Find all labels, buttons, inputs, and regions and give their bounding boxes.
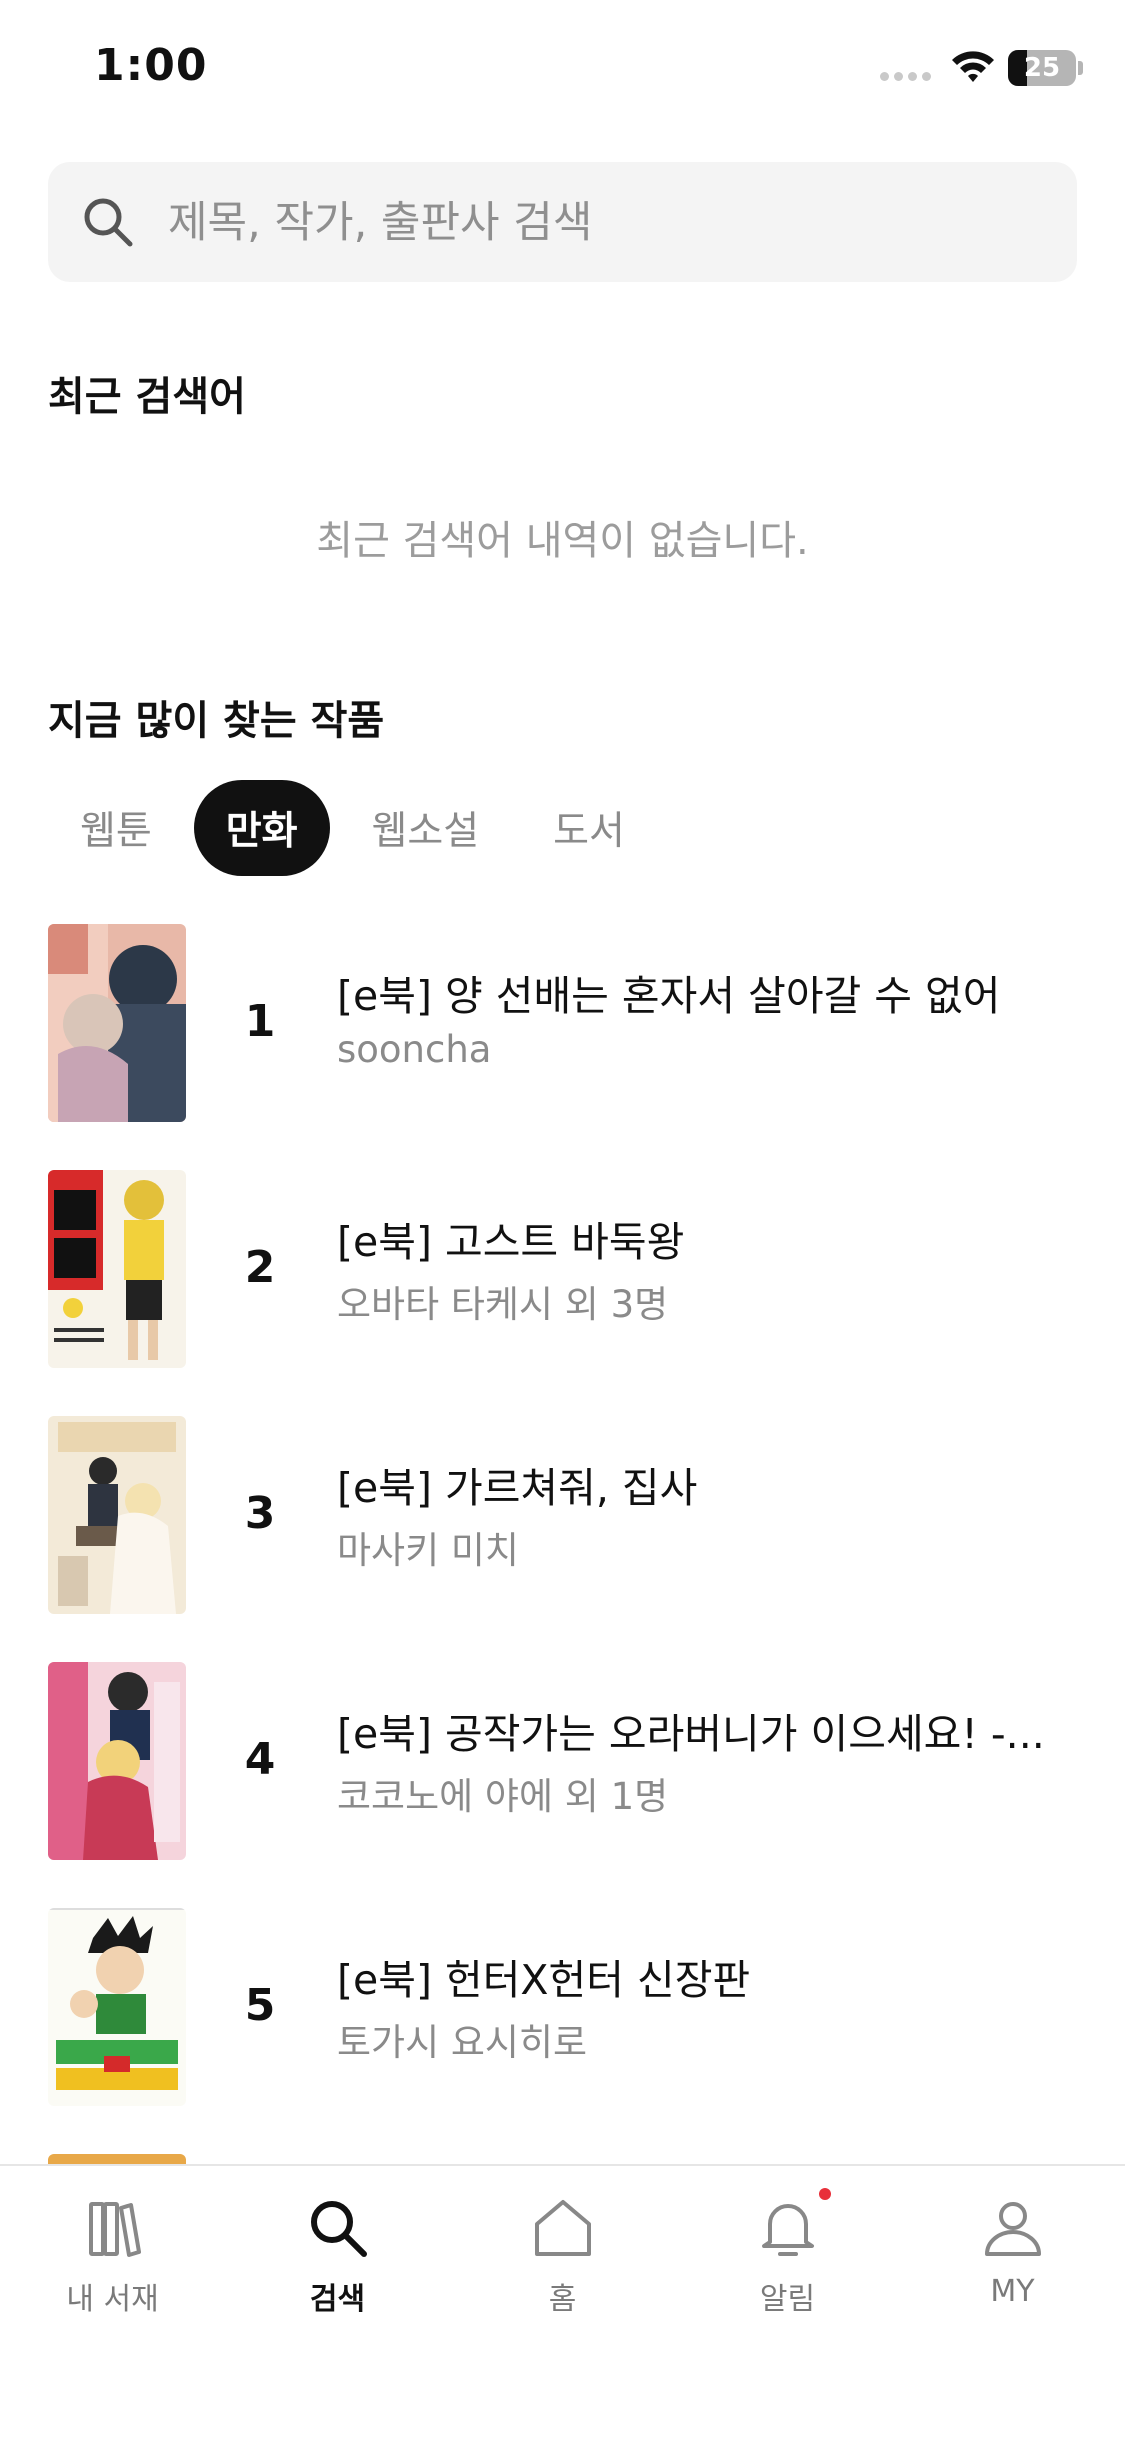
- recent-empty-message: 최근 검색어 내역이 없습니다.: [316, 518, 809, 564]
- book-cover: [48, 1416, 186, 1614]
- book-cover: [48, 1908, 186, 2106]
- item-title: [e북] 고스트 바둑왕: [337, 1218, 685, 1266]
- popular-title: 지금 많이 찾는 작품: [48, 698, 385, 744]
- book-cover: [48, 1662, 186, 1860]
- list-item[interactable]: 4 [e북] 공작가는 오라버니가 이으세요! -... 코코노에 야에 외 1…: [0, 1662, 1125, 1862]
- search-bar[interactable]: [48, 162, 1077, 282]
- list-item[interactable]: 2 [e북] 고스트 바둑왕 오바타 타케시 외 3명: [0, 1170, 1125, 1370]
- person-icon: [984, 2202, 1041, 2256]
- bell-icon: [761, 2204, 814, 2256]
- nav-label: 알림: [759, 2282, 816, 2317]
- notification-badge: [819, 2188, 831, 2200]
- category-tabs: 웹툰 만화 웹소설 도서: [48, 780, 657, 876]
- tab-webtoon[interactable]: 웹툰: [48, 780, 184, 876]
- search-icon: [84, 198, 133, 247]
- book-cover: [48, 1170, 186, 1368]
- nav-library[interactable]: 내 서재: [0, 2192, 225, 2342]
- battery-icon: 25: [1008, 50, 1076, 86]
- nav-my[interactable]: MY: [900, 2192, 1125, 2342]
- bottom-nav: 내 서재 검색 홈 알림 MY: [0, 2164, 1125, 2438]
- item-author: 토가시 요시히로: [337, 2021, 588, 2064]
- search-input[interactable]: [166, 182, 1050, 264]
- rank-number: 2: [244, 1242, 276, 1293]
- rank-number: 4: [244, 1734, 276, 1785]
- tab-comics[interactable]: 만화: [193, 780, 330, 876]
- tab-books[interactable]: 도서: [521, 780, 657, 876]
- battery-level: 25: [1023, 53, 1061, 83]
- item-author: 코코노에 야에 외 1명: [337, 1775, 669, 1818]
- wifi-icon: [952, 51, 994, 82]
- book-cover: [48, 924, 186, 1122]
- status-time: 1:00: [94, 40, 208, 91]
- rank-number: 5: [244, 1980, 276, 2031]
- nav-notifications[interactable]: 알림: [675, 2188, 900, 2342]
- nav-label: 검색: [309, 2282, 366, 2317]
- nav-search[interactable]: 검색: [225, 2192, 450, 2342]
- list-item[interactable]: 5 [e북] 헌터X헌터 신장판 토가시 요시히로: [0, 1908, 1125, 2108]
- nav-home[interactable]: 홈: [450, 2192, 675, 2342]
- cellular-signal-icon: [880, 72, 932, 82]
- item-title: [e북] 가르쳐줘, 집사: [337, 1464, 698, 1512]
- item-author: 마사키 미치: [337, 1529, 519, 1572]
- battery-nub: [1078, 61, 1083, 75]
- item-author: 오바타 타케시 외 3명: [337, 1283, 669, 1326]
- list-item[interactable]: 3 [e북] 가르쳐줘, 집사 마사키 미치: [0, 1416, 1125, 1616]
- nav-label: MY: [990, 2274, 1035, 2309]
- rank-number: 1: [244, 996, 276, 1047]
- nav-label: 홈: [548, 2282, 577, 2317]
- recent-searches-title: 최근 검색어: [48, 374, 246, 420]
- item-title: [e북] 양 선배는 혼자서 살아갈 수 없어: [337, 972, 1001, 1020]
- item-title: [e북] 공작가는 오라버니가 이으세요! -...: [337, 1710, 1045, 1758]
- library-icon: [88, 2202, 141, 2257]
- search-icon: [310, 2201, 367, 2257]
- nav-label: 내 서재: [66, 2282, 159, 2317]
- item-title: [e북] 헌터X헌터 신장판: [337, 1956, 751, 2004]
- home-icon: [534, 2200, 591, 2256]
- item-author: sooncha: [337, 1028, 492, 1071]
- tab-webnovel[interactable]: 웹소설: [340, 780, 512, 876]
- list-item[interactable]: 1 [e북] 양 선배는 혼자서 살아갈 수 없어 sooncha: [0, 924, 1125, 1124]
- rank-number: 3: [244, 1488, 276, 1539]
